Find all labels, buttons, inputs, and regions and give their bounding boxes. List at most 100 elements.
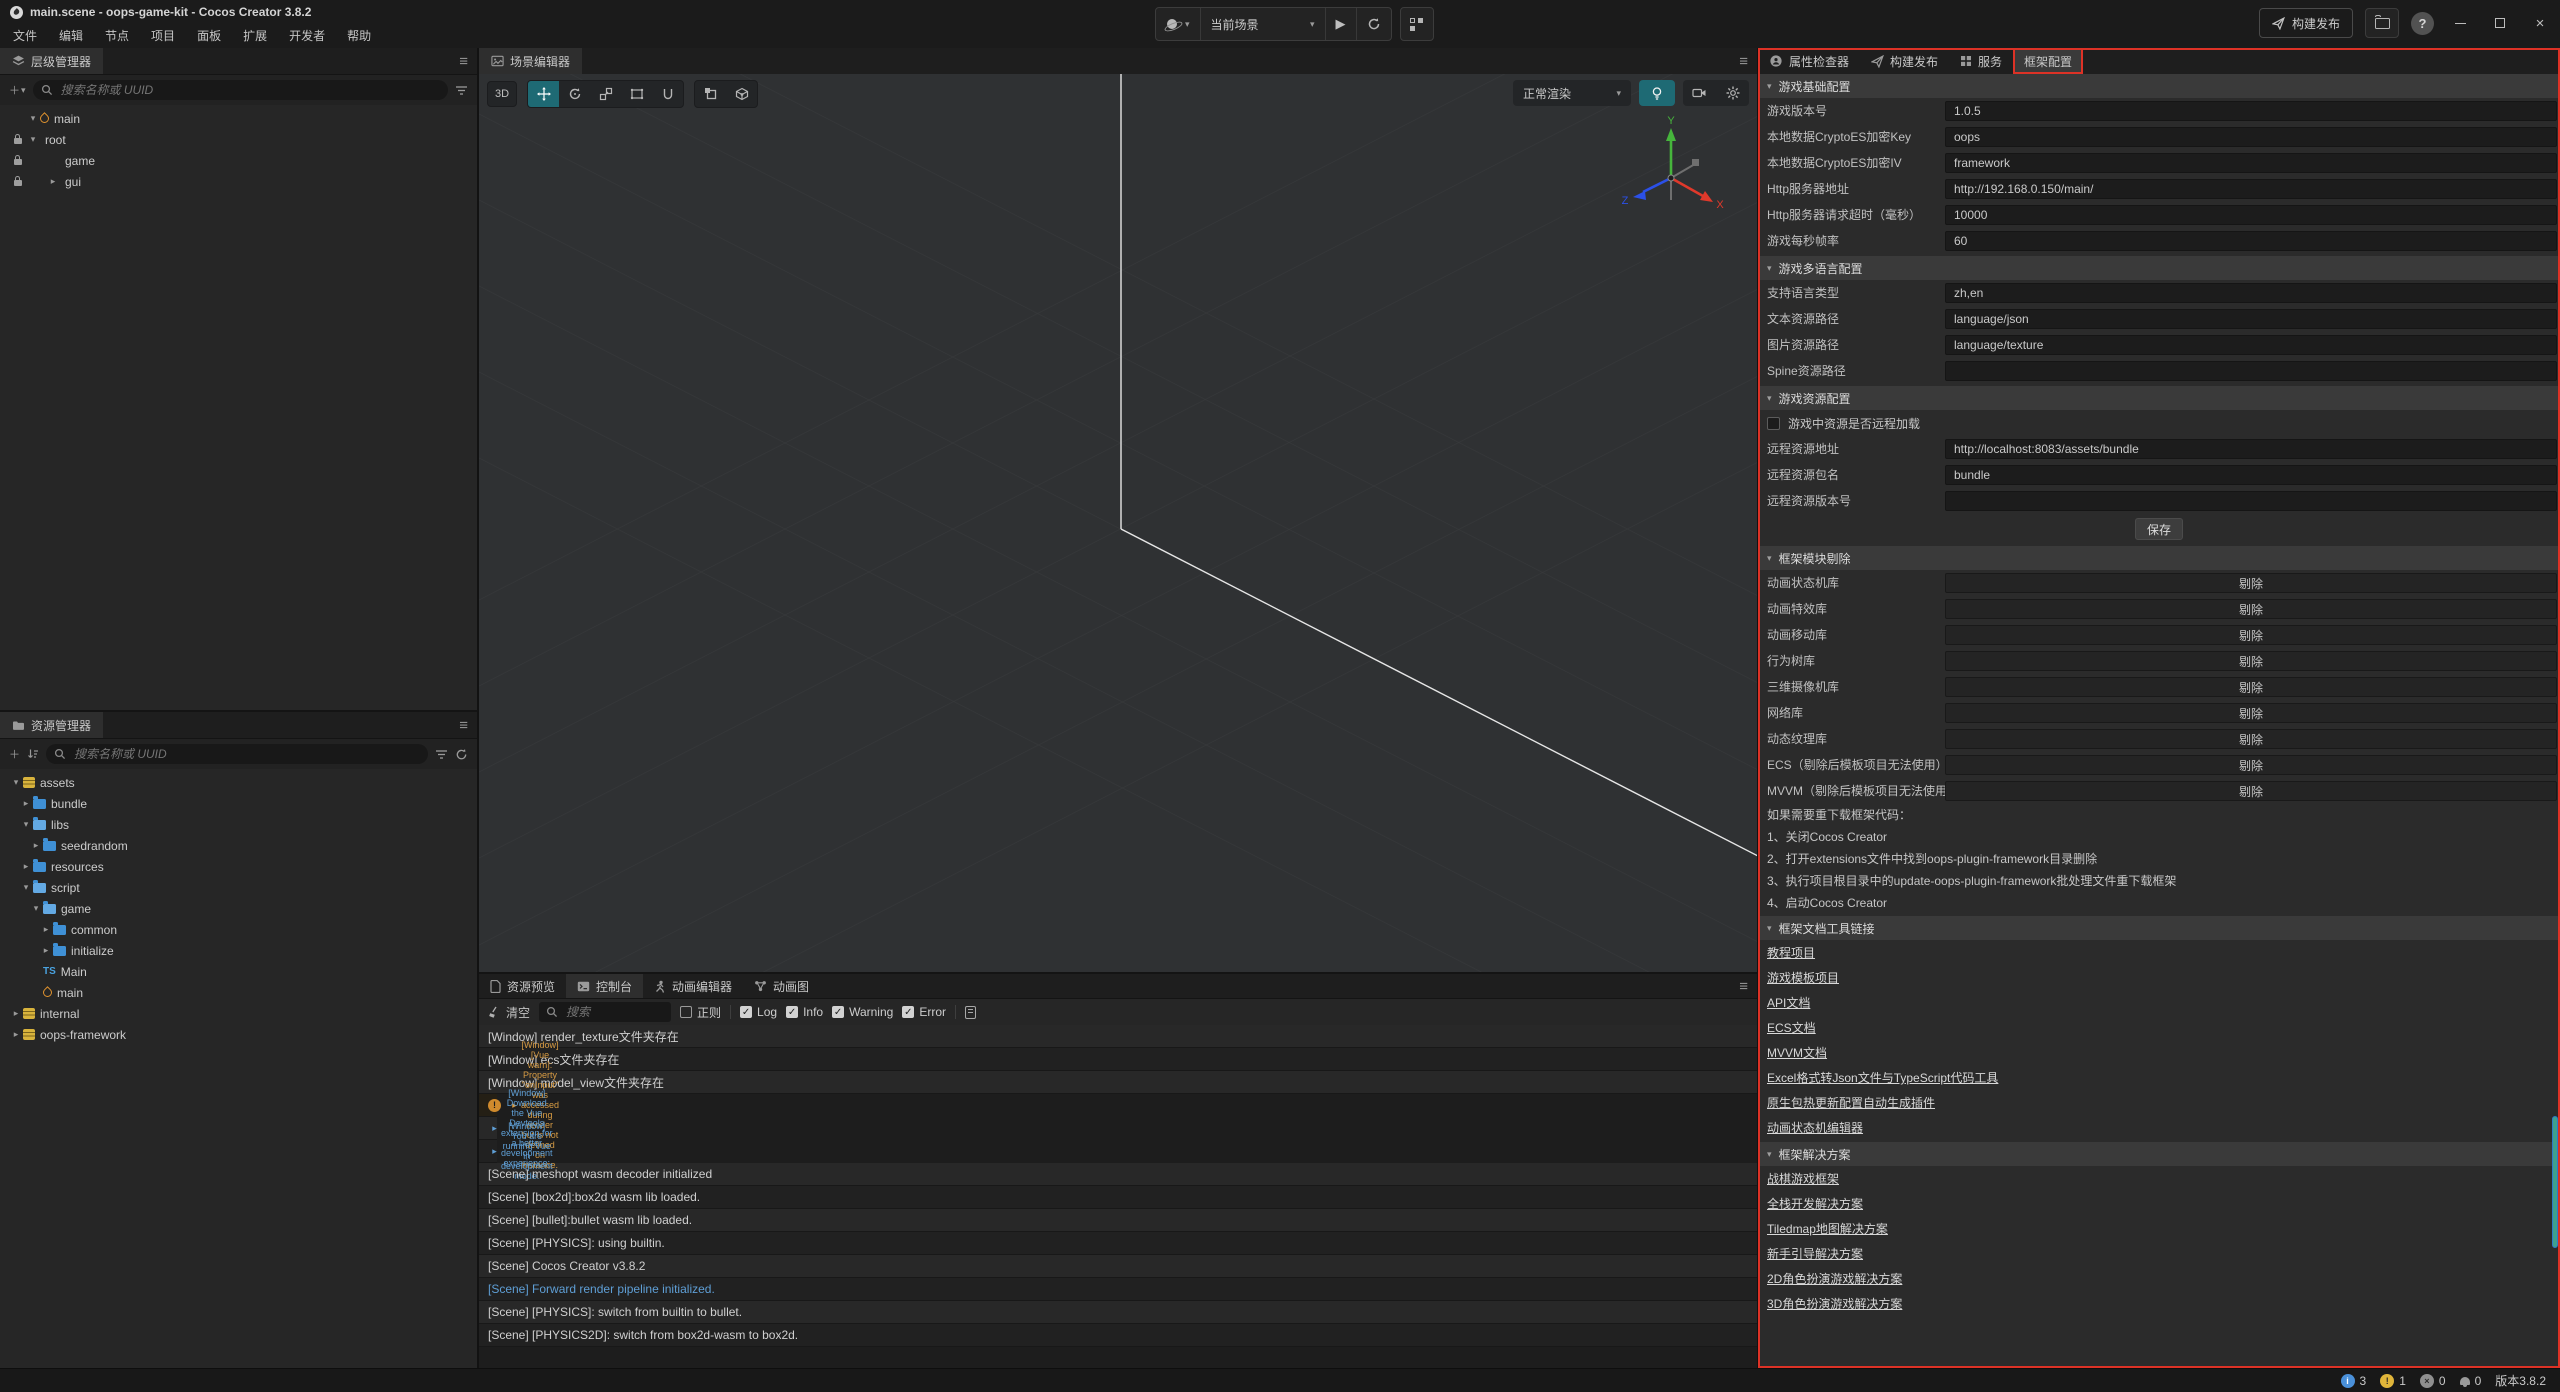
trim-button[interactable]: 剔除	[1945, 625, 2557, 645]
expand-chevron-icon[interactable]: ▸	[488, 1123, 501, 1134]
open-project-folder-button[interactable]	[2365, 8, 2399, 38]
tab-framework-config[interactable]: 框架配置	[2013, 48, 2083, 74]
doc-link[interactable]: 原生包热更新配置自动生成插件	[1767, 1094, 1935, 1111]
lock-icon[interactable]	[14, 138, 22, 144]
hierarchy-node-gui[interactable]: ▸ gui	[0, 171, 477, 192]
field-input[interactable]: http://localhost:8083/assets/bundle	[1945, 439, 2557, 459]
menu-item[interactable]: 编辑	[48, 24, 94, 48]
console-log-row[interactable]: ! ▸ [Scene] Cocos Creator v3.8.2	[479, 1255, 1757, 1278]
menu-item[interactable]: 节点	[94, 24, 140, 48]
hierarchy-node-main[interactable]: ▾ main	[0, 108, 477, 129]
asset-node-oops-framework[interactable]: ▸ oops-framework	[0, 1024, 477, 1045]
scrollbar-thumb[interactable]	[2552, 1116, 2558, 1248]
menu-item[interactable]: 扩展	[232, 24, 278, 48]
clear-console-button[interactable]: 清空	[488, 1004, 530, 1021]
field-input[interactable]	[1945, 361, 2557, 381]
panel-menu-icon[interactable]: ≡	[459, 48, 468, 74]
chevron-down-icon[interactable]: ▾	[19, 882, 33, 893]
close-button[interactable]: ×	[2526, 9, 2554, 37]
console-log-row[interactable]: ! ▸ [Window] model_view文件夹存在	[479, 1071, 1757, 1094]
asset-node-common[interactable]: ▸ common	[0, 919, 477, 940]
save-button[interactable]: 保存	[2135, 518, 2183, 540]
field-input[interactable]: 60	[1945, 231, 2557, 251]
axis-gizmo[interactable]: Y X Z	[1611, 114, 1731, 234]
field-input[interactable]: oops	[1945, 127, 2557, 147]
minimize-button[interactable]	[2446, 9, 2474, 37]
section-doc-links[interactable]: ▾ 框架文档工具链接	[1758, 916, 2560, 940]
refresh-icon[interactable]	[455, 748, 468, 761]
render-mode-select[interactable]: 正常渲染 ▾	[1513, 80, 1631, 106]
help-button[interactable]: ?	[2411, 12, 2434, 35]
console-log-row[interactable]: ! ▸ [Window] render_texture文件夹存在	[479, 1025, 1757, 1048]
menu-item[interactable]: 帮助	[336, 24, 382, 48]
menu-item[interactable]: 项目	[140, 24, 186, 48]
chevron-right-icon[interactable]: ▸	[9, 1008, 23, 1019]
asset-node-initialize[interactable]: ▸ initialize	[0, 940, 477, 961]
filter-log-checkbox[interactable]: ✓ Log	[740, 1005, 777, 1019]
console-log-row[interactable]: ! ▸ [Scene] [box2d]:box2d wasm lib loade…	[479, 1186, 1757, 1209]
status-notifications[interactable]: 0	[2460, 1374, 2482, 1388]
chevron-right-icon[interactable]: ▸	[19, 798, 33, 809]
console-log-row[interactable]: ! ▸ [Scene] meshopt wasm decoder initial…	[479, 1163, 1757, 1186]
checkbox-unchecked-icon[interactable]	[1767, 417, 1780, 430]
status-error-count[interactable]: × 0	[2420, 1374, 2446, 1388]
field-input[interactable]: bundle	[1945, 465, 2557, 485]
trim-button[interactable]: 剔除	[1945, 599, 2557, 619]
doc-link[interactable]: 游戏模板项目	[1767, 969, 1839, 986]
filter-warning-checkbox[interactable]: ✓ Warning	[832, 1005, 893, 1019]
field-input[interactable]: framework	[1945, 153, 2557, 173]
solution-link[interactable]: 3D角色扮演游戏解决方案	[1767, 1295, 1902, 1312]
chevron-right-icon[interactable]: ▸	[29, 840, 43, 851]
device-preview-button[interactable]	[1400, 7, 1434, 41]
chevron-down-icon[interactable]: ▾	[29, 903, 43, 914]
field-input[interactable]: 1.0.5	[1945, 101, 2557, 121]
chevron-down-icon[interactable]: ▾	[26, 134, 40, 145]
hierarchy-node-root[interactable]: ▾ root	[0, 129, 477, 150]
restart-button[interactable]	[1357, 8, 1391, 40]
doc-link[interactable]: Excel格式转Json文件与TypeScript代码工具	[1767, 1069, 1998, 1086]
panel-menu-icon[interactable]: ≡	[1739, 48, 1748, 74]
asset-node-Main[interactable]: TS Main	[0, 961, 477, 982]
filter-info-checkbox[interactable]: ✓ Info	[786, 1005, 823, 1019]
lock-icon[interactable]	[14, 159, 22, 165]
menu-item[interactable]: 面板	[186, 24, 232, 48]
rotate-tool-button[interactable]	[559, 81, 590, 107]
solution-link[interactable]: 新手引导解决方案	[1767, 1245, 1863, 1262]
preview-platform-select[interactable]: ▾	[1156, 8, 1201, 40]
move-tool-button[interactable]	[528, 81, 559, 107]
chevron-down-icon[interactable]: ▾	[9, 777, 23, 788]
trim-button[interactable]: 剔除	[1945, 573, 2557, 593]
panel-menu-icon[interactable]: ≡	[459, 712, 468, 738]
lock-icon[interactable]	[14, 180, 22, 186]
asset-node-internal[interactable]: ▸ internal	[0, 1003, 477, 1024]
field-input[interactable]: http://192.168.0.150/main/	[1945, 179, 2557, 199]
doc-link[interactable]: API文档	[1767, 994, 1810, 1011]
gizmo-tool-button[interactable]	[652, 81, 683, 107]
field-input[interactable]: 10000	[1945, 205, 2557, 225]
camera-button[interactable]	[1683, 80, 1716, 106]
console-log-row[interactable]: ! ▸ [Scene] [PHYSICS2D]: switch from box…	[479, 1324, 1757, 1347]
chevron-right-icon[interactable]: ▸	[9, 1029, 23, 1040]
chevron-right-icon[interactable]: ▸	[39, 945, 53, 956]
tab-animation-graph[interactable]: 动画图	[743, 974, 820, 998]
doc-link[interactable]: ECS文档	[1767, 1019, 1816, 1036]
chevron-right-icon[interactable]: ▸	[39, 924, 53, 935]
pivot-snap-button[interactable]	[695, 81, 726, 107]
tab-build-publish[interactable]: 构建发布	[1860, 48, 1949, 74]
console-log-row[interactable]: ! ▸ [Window] [Vue warn]: Property "onInp…	[479, 1094, 497, 1117]
asset-node-game[interactable]: ▾ game	[0, 898, 477, 919]
scene-selector[interactable]: 当前场景 ▾	[1201, 8, 1326, 40]
menu-item[interactable]: 文件	[2, 24, 48, 48]
chevron-down-icon[interactable]: ▾	[19, 819, 33, 830]
filter-icon[interactable]	[435, 749, 448, 760]
console-log-row[interactable]: ! ▸ [Scene] [PHYSICS]: using builtin.	[479, 1232, 1757, 1255]
section-basic-config[interactable]: ▾ 游戏基础配置	[1758, 74, 2560, 98]
section-module-trim[interactable]: ▾ 框架模块剔除	[1758, 546, 2560, 570]
maximize-button[interactable]	[2486, 9, 2514, 37]
section-solutions[interactable]: ▾ 框架解决方案	[1758, 1142, 2560, 1166]
field-input[interactable]: language/texture	[1945, 335, 2557, 355]
sort-icon[interactable]	[27, 748, 39, 760]
tab-services[interactable]: 服务	[1949, 48, 2013, 74]
rect-tool-button[interactable]	[621, 81, 652, 107]
trim-button[interactable]: 剔除	[1945, 677, 2557, 697]
